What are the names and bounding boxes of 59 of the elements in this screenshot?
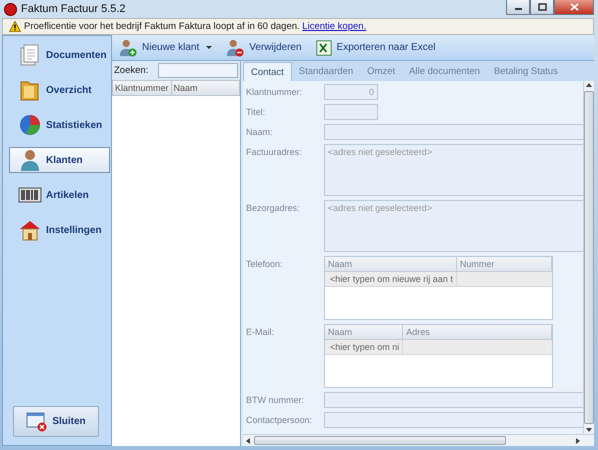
field-label: Contactpersoon: [246, 414, 314, 425]
sidebar-item[interactable]: Instellingen [9, 217, 110, 243]
sidebar-item[interactable]: Statistieken [9, 112, 110, 138]
minimize-button[interactable] [506, 0, 530, 15]
vertical-scrollbar[interactable] [583, 81, 594, 434]
toolbar-button[interactable]: Verwijderen [223, 36, 305, 58]
column-header[interactable]: Naam [172, 81, 239, 95]
close-button[interactable] [554, 0, 594, 15]
window-title: Faktum Factuur 5.5.2 [21, 3, 126, 15]
field-label: Naam: [246, 126, 274, 137]
sidebar-item[interactable]: Klanten [9, 147, 110, 173]
input-field[interactable] [324, 104, 378, 120]
license-notice: Proeflicentie voor het bedrijf Faktum Faktura loopt af in 60 dagen. Licentie kopen. [24, 21, 366, 32]
app-logo-icon [4, 2, 17, 16]
input-field[interactable] [324, 412, 583, 428]
pie-chart-icon [18, 113, 42, 137]
warning-icon [9, 21, 21, 32]
table-cell[interactable] [403, 340, 552, 355]
scroll-up-arrow-icon[interactable] [586, 83, 592, 87]
field-label: E-Mail: [246, 326, 276, 337]
scroll-right-arrow-icon[interactable] [576, 438, 580, 444]
sidebar-item[interactable]: Documenten [9, 42, 110, 68]
person-icon [18, 148, 42, 172]
sidebar-item[interactable]: Artikelen [9, 182, 110, 208]
scroll-left-arrow-icon[interactable] [246, 438, 250, 444]
scroll-down-arrow-icon[interactable] [586, 428, 592, 432]
field-label: Klantnummer: [246, 86, 304, 97]
toolbar-button[interactable]: Nieuwe klant [116, 36, 216, 58]
input-field[interactable] [324, 392, 583, 408]
tab[interactable]: Contact [243, 62, 292, 81]
maximize-button[interactable] [530, 0, 554, 15]
address-field[interactable]: <adres niet geselecteerd> [324, 200, 583, 252]
table-cell[interactable] [456, 272, 552, 287]
column-header[interactable]: Klantnummer [113, 81, 172, 95]
spreadsheet-icon [316, 40, 332, 56]
new-row-cell[interactable]: <hier typen om nieuwe rij aan t [325, 272, 457, 287]
search-field[interactable] [158, 63, 238, 78]
window-close-icon [26, 412, 48, 432]
search-label: Zoeken: [114, 65, 148, 76]
close-app-button[interactable]: Sluiten [13, 406, 99, 437]
field-label: Titel: [246, 106, 266, 117]
buy-license-link[interactable]: Licentie kopen. [302, 21, 366, 32]
field-label: Telefoon: [246, 258, 284, 269]
new-row-cell[interactable]: <hier typen om ni [325, 340, 404, 355]
close-icon [570, 3, 578, 11]
data-grid[interactable]: Naam Adres <hier typen om ni [324, 324, 553, 388]
sidebar-item[interactable]: Overzicht [9, 77, 110, 103]
maximize-icon [538, 3, 546, 11]
field-label: BTW nummer: [246, 394, 306, 405]
add-person-icon [119, 38, 137, 56]
field-label: Bezorgadres: [246, 202, 301, 213]
input-field[interactable] [324, 124, 583, 140]
horizontal-scrollbar[interactable] [243, 434, 594, 446]
field-label: Factuuradres: [246, 146, 303, 157]
toolbar-button[interactable]: Exporteren naar Excel [312, 36, 438, 58]
data-grid[interactable]: Naam Nummer <hier typen om nieuwe rij aan t [324, 256, 553, 320]
house-icon [18, 218, 42, 242]
remove-person-icon [226, 38, 244, 56]
address-field[interactable]: <adres niet geselecteerd> [324, 144, 583, 196]
